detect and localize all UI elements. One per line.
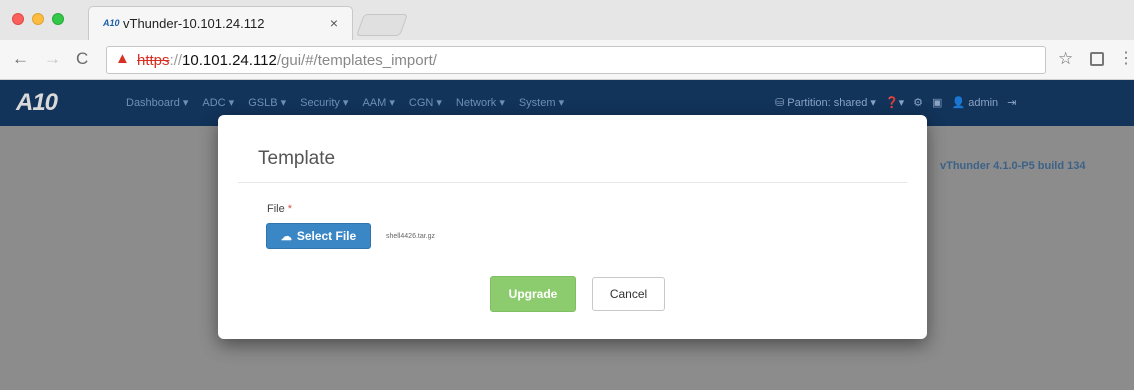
a10-favicon-icon: A10	[103, 18, 120, 28]
cancel-button[interactable]: Cancel	[592, 277, 665, 311]
close-window-button[interactable]	[12, 13, 24, 25]
cloud-upload-icon: ☁	[280, 230, 292, 243]
menu-icon[interactable]: ⋮	[1118, 48, 1134, 68]
warning-icon: ▲	[115, 50, 130, 67]
tab-close-icon[interactable]: ×	[330, 15, 338, 31]
star-icon[interactable]: ☆	[1058, 49, 1073, 69]
template-modal: Template File * ☁ Select File shell4426.…	[218, 115, 927, 339]
reload-icon[interactable]: C	[76, 49, 88, 69]
browser-toolbar: ← → C ▲ https://10.101.24.112/gui/#/temp…	[0, 40, 1134, 80]
settings-icon[interactable]: ⚙	[913, 96, 923, 109]
main-menu: Dashboard ▾ ADC ▾ GSLB ▾ Security ▾ AAM …	[126, 96, 564, 109]
menu-dashboard[interactable]: Dashboard ▾	[126, 96, 188, 109]
minimize-window-button[interactable]	[32, 13, 44, 25]
maximize-window-button[interactable]	[52, 13, 64, 25]
browser-tab[interactable]: A10 vThunder-10.101.24.112 ×	[88, 6, 353, 40]
user-menu[interactable]: 👤 admin	[951, 96, 998, 109]
address-bar[interactable]: ▲ https://10.101.24.112/gui/#/templates_…	[106, 46, 1046, 74]
new-tab-button[interactable]	[355, 14, 409, 36]
menu-security[interactable]: Security ▾	[300, 96, 348, 109]
help-icon[interactable]: ❓▾	[885, 96, 904, 109]
menu-cgn[interactable]: CGN ▾	[409, 96, 442, 109]
url-host: 10.101.24.112	[182, 52, 277, 69]
url-text: https://10.101.24.112/gui/#/templates_im…	[137, 52, 437, 69]
a10-logo[interactable]: A10	[16, 89, 58, 117]
extension-icon[interactable]	[1090, 52, 1104, 66]
upgrade-button[interactable]: Upgrade	[490, 276, 576, 312]
menu-gslb[interactable]: GSLB ▾	[248, 96, 286, 109]
modal-title: Template	[258, 148, 336, 169]
back-arrow-icon[interactable]: ←	[12, 49, 29, 69]
browser-tab-bar: A10 vThunder-10.101.24.112 ×	[0, 0, 1134, 40]
url-protocol: https	[137, 52, 170, 69]
menu-network[interactable]: Network ▾	[456, 96, 505, 109]
menu-system[interactable]: System ▾	[519, 96, 564, 109]
select-file-label: Select File	[296, 229, 357, 243]
save-icon[interactable]: ▣	[932, 96, 942, 109]
build-version: vThunder 4.1.0-P5 build 134	[940, 160, 1086, 172]
forward-arrow-icon[interactable]: →	[44, 49, 61, 69]
url-separator: ://	[169, 52, 183, 69]
file-label: File *	[267, 203, 292, 215]
partition-selector[interactable]: ⛁ Partition: shared ▾	[775, 96, 876, 109]
menu-aam[interactable]: AAM ▾	[362, 96, 394, 109]
right-nav: ⛁ Partition: shared ▾ ❓▾ ⚙ ▣ 👤 admin ⇥	[775, 96, 1016, 109]
modal-divider	[238, 182, 907, 183]
selected-filename: shell4426.tar.gz	[386, 233, 436, 240]
logout-icon[interactable]: ⇥	[1007, 96, 1016, 109]
menu-adc[interactable]: ADC ▾	[202, 96, 234, 109]
file-label-text: File	[267, 203, 285, 215]
url-path: /gui/#/templates_import/	[276, 52, 437, 69]
required-mark: *	[287, 203, 293, 215]
tab-title: vThunder-10.101.24.112	[123, 16, 265, 31]
select-file-button[interactable]: ☁ Select File	[266, 223, 371, 249]
